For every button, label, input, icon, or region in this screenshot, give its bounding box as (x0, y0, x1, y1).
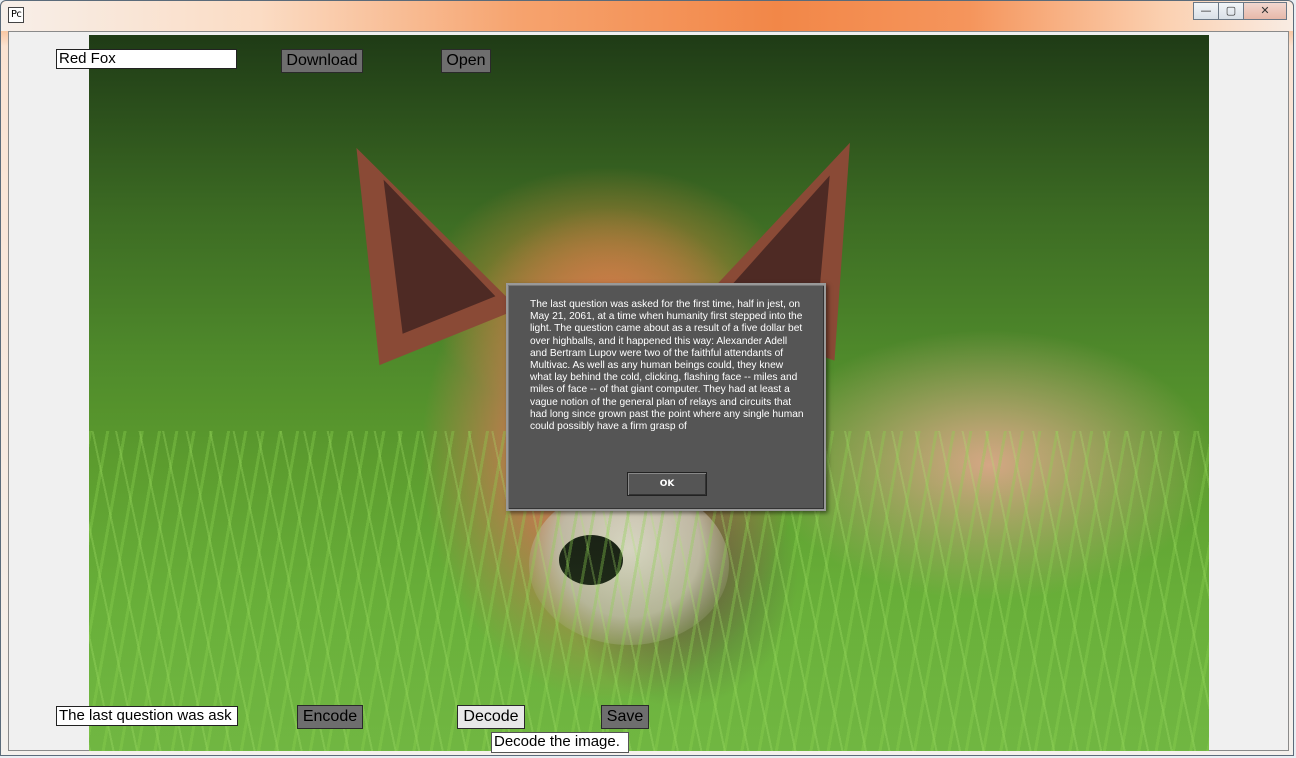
dialog-message: The last question was asked for the firs… (530, 299, 804, 433)
decode-button[interactable]: Decode (457, 705, 525, 729)
download-button[interactable]: Download (281, 49, 363, 73)
message-input[interactable]: The last question was ask (56, 706, 238, 726)
app-icon: Pc (8, 7, 24, 23)
window-controls: — ▢ ✕ (1193, 2, 1287, 22)
image-name-input[interactable]: Red Fox (56, 49, 237, 69)
open-button[interactable]: Open (441, 49, 491, 73)
status-label: Decode the image. (491, 732, 629, 753)
maximize-button[interactable]: ▢ (1218, 2, 1244, 20)
save-button[interactable]: Save (601, 705, 649, 729)
ok-button[interactable]: OK (627, 472, 707, 496)
encode-button[interactable]: Encode (297, 705, 363, 729)
minimize-button[interactable]: — (1193, 2, 1219, 20)
close-button[interactable]: ✕ (1243, 2, 1287, 20)
app-window: Pc — ▢ ✕ Red Fox Download Open The last … (0, 0, 1294, 756)
title-bar[interactable]: Pc — ▢ ✕ (1, 1, 1293, 31)
message-dialog: The last question was asked for the firs… (506, 283, 826, 511)
